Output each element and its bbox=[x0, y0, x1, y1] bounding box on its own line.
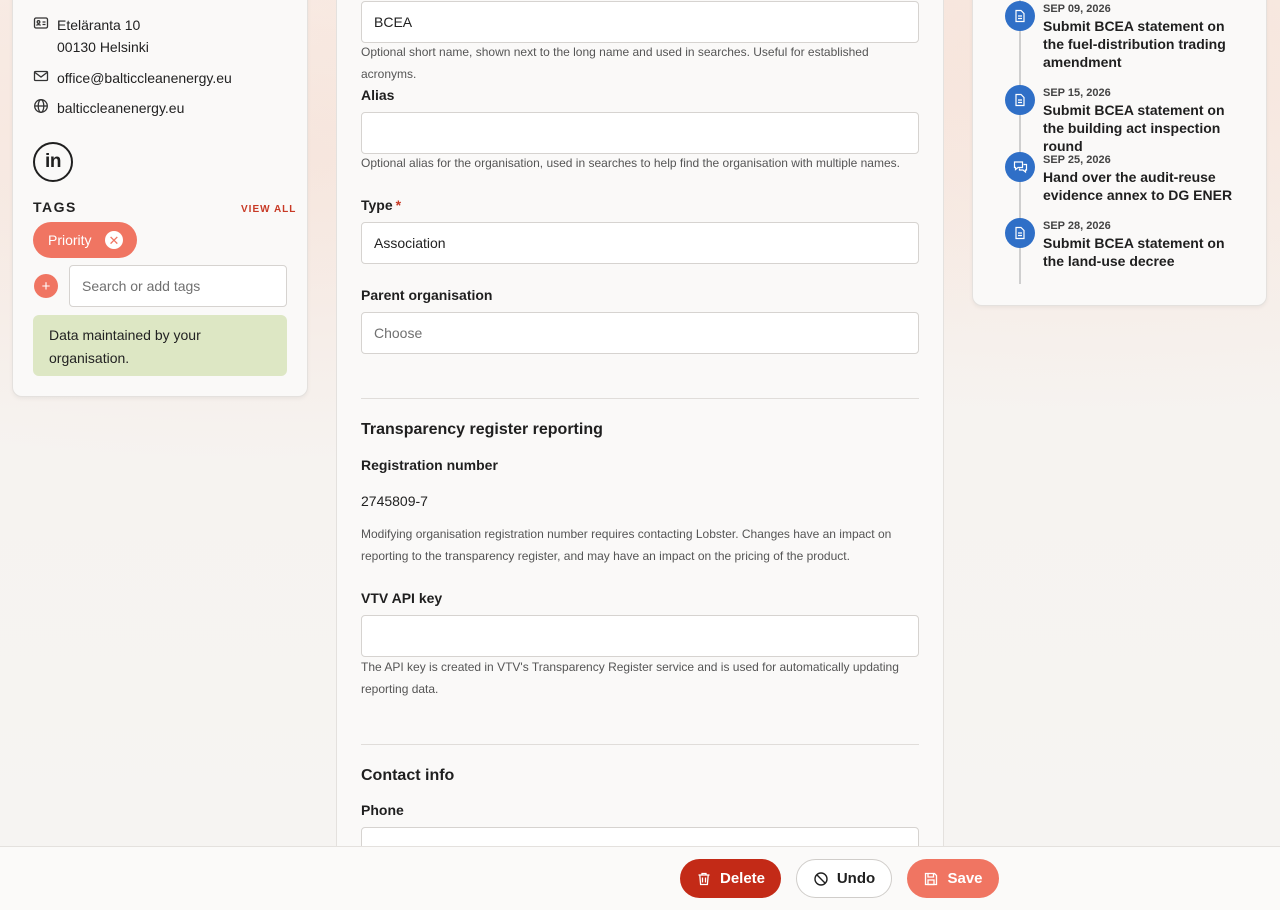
tags-title: TAGS bbox=[33, 199, 77, 215]
section-divider bbox=[361, 398, 919, 399]
action-bar bbox=[0, 846, 1280, 910]
timeline-title[interactable]: Submit BCEA statement on the building ac… bbox=[1043, 101, 1243, 155]
undo-button-label: Undo bbox=[836, 870, 876, 887]
transparency-section-title: Transparency register reporting bbox=[361, 421, 603, 438]
globe-icon bbox=[34, 99, 48, 113]
alias-input[interactable] bbox=[361, 112, 919, 154]
contact-info-section-title: Contact info bbox=[361, 767, 455, 784]
type-select[interactable]: Association bbox=[361, 222, 919, 264]
delete-button-label: Delete bbox=[719, 870, 766, 887]
required-marker: * bbox=[395, 197, 402, 213]
short-name-help: Optional short name, shown next to the l… bbox=[361, 45, 869, 81]
address-line-2: 00130 Helsinki bbox=[57, 39, 149, 55]
website-link[interactable]: balticcleanenergy.eu bbox=[57, 97, 184, 119]
registration-number-label: Registration number bbox=[361, 457, 498, 473]
timeline-title[interactable]: Hand over the audit-reuse evidence annex… bbox=[1043, 168, 1243, 204]
add-tag-button[interactable]: + bbox=[34, 274, 58, 298]
timeline-title[interactable]: Submit BCEA statement on the fuel-distri… bbox=[1043, 17, 1243, 71]
address-card-icon bbox=[33, 17, 49, 29]
parent-organisation-select[interactable] bbox=[361, 312, 919, 354]
timeline-date: SEP 09, 2026 bbox=[1043, 3, 1111, 15]
address-line-1: Eteläranta 10 bbox=[57, 17, 141, 33]
registration-number-value: 2745809-7 bbox=[361, 493, 428, 509]
timeline-date: SEP 28, 2026 bbox=[1043, 220, 1111, 232]
delete-button[interactable]: Delete bbox=[680, 859, 781, 898]
registration-number-help: Modifying organisation registration numb… bbox=[361, 527, 892, 563]
chat-icon bbox=[1005, 152, 1035, 182]
data-maintained-notice: Data maintained by your organisation. bbox=[33, 315, 287, 376]
undo-button[interactable]: Undo bbox=[796, 859, 892, 898]
tag-chip-priority[interactable]: Priority ✕ bbox=[33, 222, 137, 258]
type-label-text: Type bbox=[361, 197, 393, 213]
email-row: office@balticcleanenergy.eu bbox=[33, 67, 232, 89]
linkedin-icon[interactable]: in bbox=[33, 142, 73, 182]
floppy-disk-icon bbox=[925, 872, 938, 885]
view-all-tags-link[interactable]: VIEW ALL bbox=[241, 204, 296, 215]
phone-label: Phone bbox=[361, 802, 404, 818]
remove-tag-icon[interactable]: ✕ bbox=[105, 231, 123, 249]
timeline-date: SEP 25, 2026 bbox=[1043, 154, 1111, 166]
timeline-title[interactable]: Submit BCEA statement on the land-use de… bbox=[1043, 234, 1243, 270]
section-divider bbox=[361, 744, 919, 745]
parent-organisation-label: Parent organisation bbox=[361, 287, 493, 303]
document-icon bbox=[1005, 1, 1035, 31]
address-row: Eteläranta 10 00130 Helsinki bbox=[33, 14, 149, 58]
type-label: Type * bbox=[361, 197, 401, 213]
mail-icon bbox=[33, 70, 49, 82]
save-button-label: Save bbox=[947, 870, 983, 887]
alias-label: Alias bbox=[361, 87, 395, 103]
cancel-icon bbox=[814, 871, 828, 886]
short-name-input[interactable] bbox=[361, 1, 919, 43]
alias-help: Optional alias for the organisation, use… bbox=[361, 156, 900, 170]
timeline-date: SEP 15, 2026 bbox=[1043, 87, 1111, 99]
website-row: balticcleanenergy.eu bbox=[33, 97, 184, 119]
tag-chip-label: Priority bbox=[48, 232, 92, 248]
document-icon bbox=[1005, 218, 1035, 248]
vtv-api-key-label: VTV API key bbox=[361, 590, 443, 606]
email-link[interactable]: office@balticcleanenergy.eu bbox=[57, 67, 232, 89]
tag-search-input[interactable] bbox=[69, 265, 287, 307]
vtv-api-key-help: The API key is created in VTV's Transpar… bbox=[361, 660, 899, 696]
save-button[interactable]: Save bbox=[907, 859, 999, 898]
trash-icon bbox=[698, 872, 710, 885]
vtv-api-key-input[interactable] bbox=[361, 615, 919, 657]
document-icon bbox=[1005, 85, 1035, 115]
